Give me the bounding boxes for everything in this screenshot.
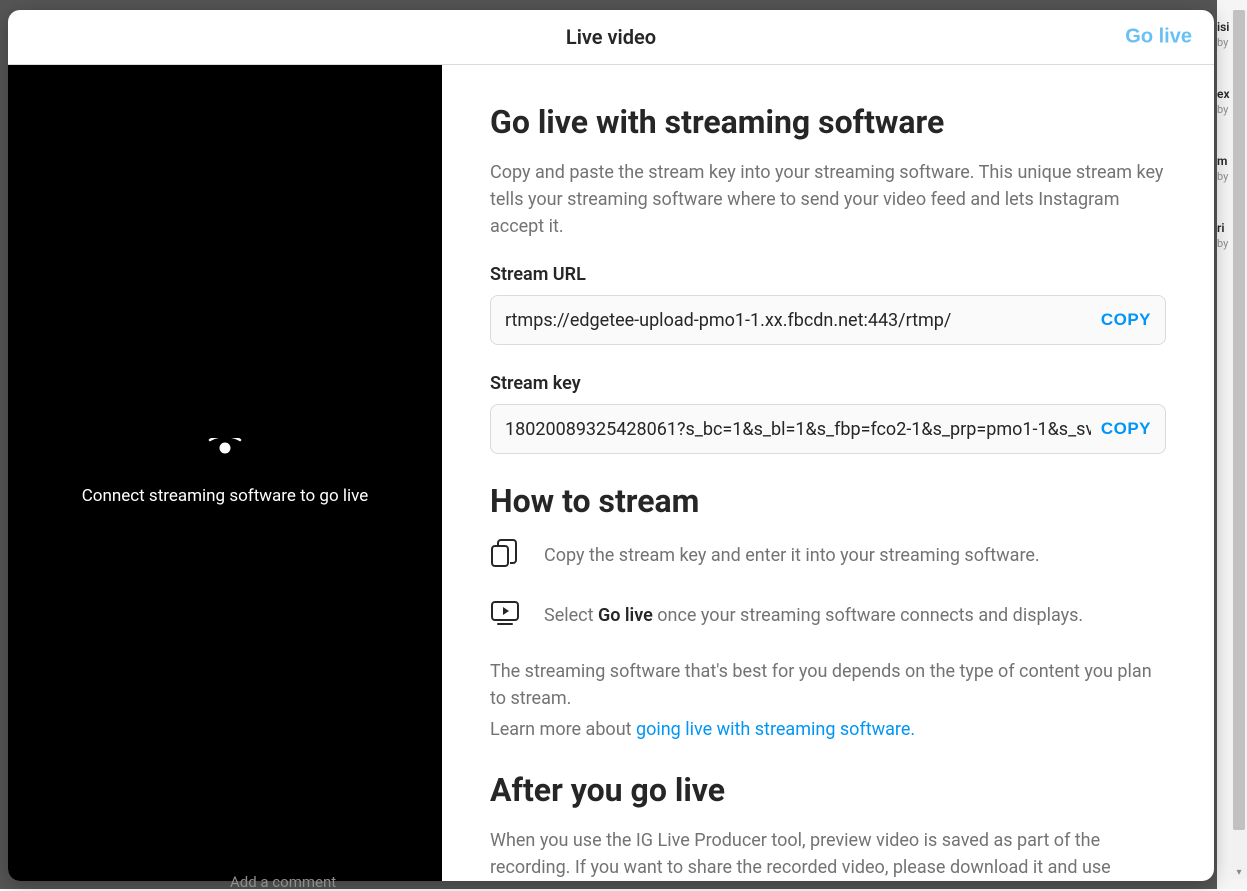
content-pane: Go live with streaming software Copy and… bbox=[442, 65, 1214, 881]
stream-url-field: rtmps://edgetee-upload-pmo1-1.xx.fbcdn.n… bbox=[490, 295, 1166, 345]
step-1-row: Copy the stream key and enter it into yo… bbox=[490, 538, 1166, 572]
live-video-modal: Live video Go live Connect streaming sof… bbox=[8, 10, 1214, 881]
page-scrollbar[interactable]: ▾ bbox=[1231, 10, 1247, 879]
after-go-live-text: When you use the IG Live Producer tool, … bbox=[490, 827, 1166, 881]
go-live-button[interactable]: Go live bbox=[1125, 26, 1192, 49]
step-2-suffix: once your streaming software connects an… bbox=[653, 605, 1083, 626]
visibility-icon bbox=[208, 438, 242, 464]
stream-key-field: 18020089325428061?s_bc=1&s_bl=1&s_fbp=fc… bbox=[490, 404, 1166, 454]
headline-go-live-software: Go live with streaming software bbox=[490, 103, 1166, 141]
background-comment-placeholder: Add a comment bbox=[230, 873, 336, 891]
video-preview-pane: Connect streaming software to go live bbox=[8, 65, 442, 881]
stream-key-label: Stream key bbox=[490, 373, 1166, 394]
modal-header: Live video Go live bbox=[8, 10, 1214, 65]
scrollbar-down-icon[interactable]: ▾ bbox=[1234, 867, 1244, 877]
step-2-prefix: Select bbox=[544, 605, 598, 626]
step-1-text: Copy the stream key and enter it into yo… bbox=[544, 545, 1040, 566]
copy-stream-url-button[interactable]: COPY bbox=[1091, 310, 1151, 330]
modal-body: Connect streaming software to go live Go… bbox=[8, 65, 1214, 881]
intro-paragraph: Copy and paste the stream key into your … bbox=[490, 159, 1166, 240]
stream-key-value[interactable]: 18020089325428061?s_bc=1&s_bl=1&s_fbp=fc… bbox=[505, 419, 1091, 440]
headline-after-go-live: After you go live bbox=[490, 771, 1166, 809]
live-monitor-icon bbox=[490, 600, 520, 630]
stream-url-value[interactable]: rtmps://edgetee-upload-pmo1-1.xx.fbcdn.n… bbox=[505, 310, 1091, 331]
copy-icon bbox=[490, 538, 520, 572]
learn-more-prefix: Learn more about bbox=[490, 719, 636, 740]
software-note: The streaming software that's best for y… bbox=[490, 658, 1166, 712]
step-2-row: Select Go live once your streaming softw… bbox=[490, 600, 1166, 630]
preview-message: Connect streaming software to go live bbox=[82, 484, 369, 509]
scrollbar-thumb[interactable] bbox=[1233, 10, 1245, 830]
step-2-text: Select Go live once your streaming softw… bbox=[544, 605, 1083, 626]
modal-title: Live video bbox=[566, 25, 656, 49]
headline-how-to-stream: How to stream bbox=[490, 482, 1166, 520]
step-2-bold: Go live bbox=[598, 605, 653, 626]
learn-more-link[interactable]: going live with streaming software. bbox=[636, 719, 915, 740]
stream-url-label: Stream URL bbox=[490, 264, 1166, 285]
copy-stream-key-button[interactable]: COPY bbox=[1091, 419, 1151, 439]
